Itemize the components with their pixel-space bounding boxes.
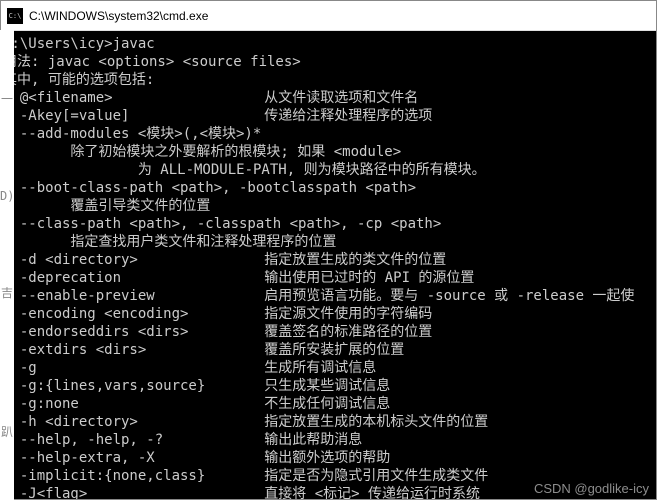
terminal-line: 指定查找用户类文件和注释处理程序的位置 [3,233,654,251]
terminal-line: --help, -help, -? 输出此帮助消息 [3,431,654,449]
terminal-line: --add-modules <模块>(,<模块>)* [3,125,654,143]
edge-fragment: 一 [0,90,14,107]
terminal-line: -g:{lines,vars,source} 只生成某些调试信息 [3,377,654,395]
edge-fragment: 吉 [0,284,14,301]
terminal-line: 除了初始模块之外要解析的根模块; 如果 <module> [3,143,654,161]
edge-fragment: D) [0,189,14,203]
terminal-line: -Akey[=value] 传递给注释处理程序的选项 [3,107,654,125]
terminal-line: -extdirs <dirs> 覆盖所安装扩展的位置 [3,341,654,359]
cropped-left-ui: 一 D) 吉趴 [0,30,14,500]
terminal-line: -d <directory> 指定放置生成的类文件的位置 [3,251,654,269]
cmd-window: C:\WINDOWS\system32\cmd.exe C:\Users\icy… [0,0,657,500]
terminal-line: --enable-preview 启用预览语言功能。要与 -source 或 -… [3,287,654,305]
cmd-icon [7,8,23,24]
terminal-line: 覆盖引导类文件的位置 [3,197,654,215]
terminal-line: 用法: javac <options> <source files> [3,53,654,71]
terminal-line: @<filename> 从文件读取选项和文件名 [3,89,654,107]
titlebar[interactable]: C:\WINDOWS\system32\cmd.exe [1,1,656,31]
terminal-line: --class-path <path>, -classpath <path>, … [3,215,654,233]
terminal-line: -endorseddirs <dirs> 覆盖签名的标准路径的位置 [3,323,654,341]
terminal-line: -deprecation 输出使用已过时的 API 的源位置 [3,269,654,287]
terminal-line: 为 ALL-MODULE-PATH, 则为模块路径中的所有模块。 [3,161,654,179]
terminal-line: -encoding <encoding> 指定源文件使用的字符编码 [3,305,654,323]
terminal-line: -g 生成所有调试信息 [3,359,654,377]
terminal-line: -g:none 不生成任何调试信息 [3,395,654,413]
watermark-text: CSDN @godlike-icy [534,481,649,496]
terminal-line: C:\Users\icy>javac [3,35,654,53]
terminal-line: -h <directory> 指定放置生成的本机标头文件的位置 [3,413,654,431]
terminal-line: --boot-class-path <path>, -bootclasspath… [3,179,654,197]
edge-fragment: 趴 [0,423,14,440]
window-title: C:\WINDOWS\system32\cmd.exe [29,9,208,23]
terminal-line: --help-extra, -X 输出额外选项的帮助 [3,449,654,467]
terminal-line: 其中, 可能的选项包括: [3,71,654,89]
terminal-output[interactable]: C:\Users\icy>javac用法: javac <options> <s… [1,31,656,499]
